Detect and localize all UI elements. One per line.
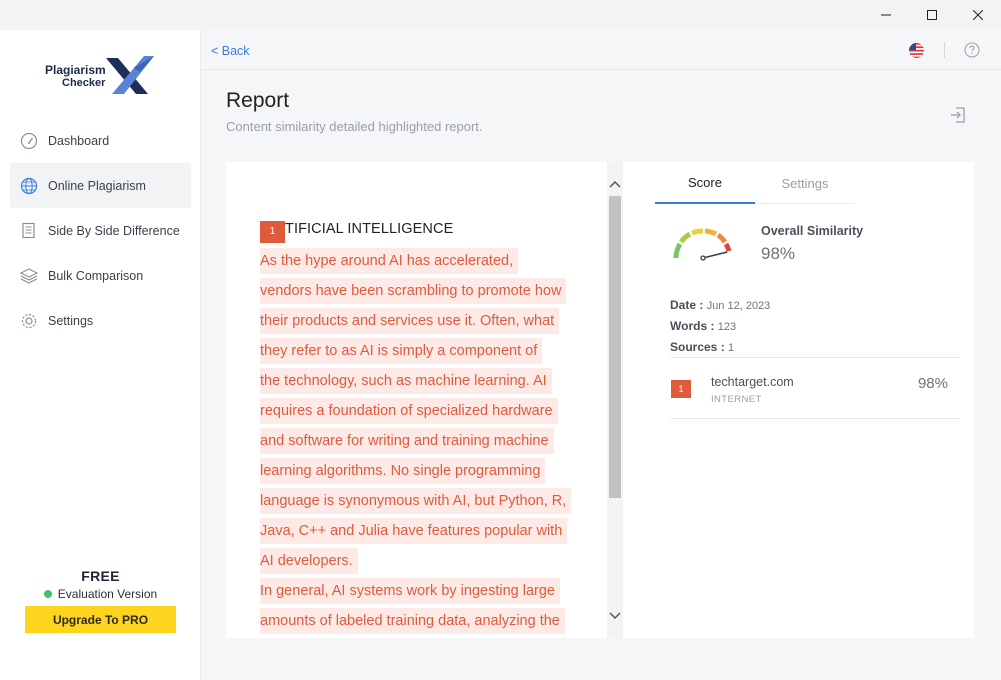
layers-icon [19,266,39,286]
gear-icon [19,311,39,331]
meta-date-value: Jun 12, 2023 [706,300,771,312]
overall-similarity-label: Overall Similarity [761,224,864,238]
export-icon[interactable] [949,106,967,124]
report-meta: Date : Jun 12, 2023 Words : 123 Sources … [670,298,770,361]
document-heading: TIFICIAL INTELLIGENCE 1 [260,218,590,248]
scrollbar-thumb[interactable] [609,196,621,498]
us-flag-icon[interactable] [909,43,924,58]
close-icon [973,10,983,20]
title-bar [0,0,1001,30]
sidebar-item-label: Settings [48,313,94,328]
sidebar-item-label: Online Plagiarism [48,178,146,193]
highlighted-line[interactable]: amounts of labeled training data, analyz… [260,608,565,634]
page-subtitle: Content similarity detailed highlighted … [226,119,483,134]
source-percent: 98% [917,375,948,392]
source-type: INTERNET [711,394,762,405]
upgrade-button[interactable]: Upgrade To PRO [25,606,176,633]
page-title: Report [226,89,290,112]
sidebar: Plagiarism Checker Dashboard Online Plag… [0,30,201,680]
highlighted-line[interactable]: vendors have been scrambling to promote … [260,278,567,304]
logo-line1: Plagiarism [45,63,106,77]
plan-name: FREE [81,568,120,584]
sidebar-item-dashboard[interactable]: Dashboard [10,118,191,163]
sidebar-item-label: Dashboard [48,133,110,148]
maximize-button[interactable] [909,0,955,30]
divider [670,418,960,419]
sidebar-item-settings[interactable]: Settings [10,298,191,343]
sidebar-nav: Dashboard Online Plagiarism Side By Side… [10,118,191,343]
highlighted-line[interactable]: they refer to as AI is simply a componen… [260,338,543,364]
document-panel: TIFICIAL INTELLIGENCE 1 As the hype arou… [226,162,623,638]
minimize-button[interactable] [863,0,909,30]
tab-settings[interactable]: Settings [755,162,855,204]
scroll-up-icon[interactable] [607,176,623,192]
match-badge[interactable]: 1 [260,221,285,243]
meta-words-value: 123 [717,321,737,333]
globe-icon [19,176,39,196]
status-dot-icon [43,590,52,598]
highlighted-line[interactable]: requires a foundation of specialized har… [260,398,558,424]
sidebar-item-online-plagiarism[interactable]: Online Plagiarism [10,163,191,208]
highlighted-line[interactable]: AI developers. [260,548,358,574]
source-domain[interactable]: techtarget.com [711,375,794,389]
highlighted-line[interactable]: learning algorithms. No single programmi… [260,458,546,484]
minimize-icon [881,14,891,16]
document-icon [19,221,39,241]
sidebar-item-label: Side By Side Difference [48,223,180,238]
logo-x-icon [106,56,154,94]
logo-line2: Checker [62,77,106,89]
source-item[interactable]: 1 techtarget.com INTERNET 98% [670,358,960,418]
score-tabs: Score Settings [655,162,855,204]
similarity-gauge-icon [673,228,732,261]
source-badge: 1 [671,380,691,398]
highlighted-line[interactable]: In general, AI systems work by ingesting… [260,578,560,604]
maximize-icon [927,10,937,20]
score-panel: Score Settings Overall Similarity 98% Da… [623,162,974,638]
highlighted-line[interactable]: their products and services use it. Ofte… [260,308,560,334]
document-scrollbar[interactable] [607,162,623,638]
meta-words-label: Words : [670,319,715,333]
plan-info: FREE Evaluation Version Upgrade To PRO [0,568,201,633]
speedometer-icon [19,131,39,151]
meta-sources-value: 1 [728,342,735,354]
overall-similarity-value: 98% [761,244,796,263]
document-content: TIFICIAL INTELLIGENCE 1 As the hype arou… [260,218,590,638]
highlighted-line[interactable]: and software for writing and training ma… [260,428,554,454]
sidebar-item-label: Bulk Comparison [48,268,144,283]
meta-date-label: Date : [670,298,704,312]
meta-date: Date : Jun 12, 2023 [670,298,770,319]
plan-status-text: Evaluation Version [57,587,158,601]
back-link[interactable]: < Back [211,44,250,58]
topbar-divider [944,42,945,58]
tab-score[interactable]: Score [655,162,755,204]
highlighted-line[interactable]: Java, C++ and Julia have features popula… [260,518,568,544]
sidebar-item-side-by-side[interactable]: Side By Side Difference [10,208,191,253]
highlighted-line[interactable]: language is synonymous with AI, but Pyth… [260,488,572,514]
close-button[interactable] [955,0,1001,30]
app-logo: Plagiarism Checker [42,54,162,96]
help-icon[interactable] [964,42,980,58]
sidebar-item-bulk-comparison[interactable]: Bulk Comparison [10,253,191,298]
main-area: < Back Report Content similarity detaile… [201,30,1001,680]
document-heading-text: TIFICIAL INTELLIGENCE [285,221,454,237]
top-bar: < Back [201,30,1001,70]
highlighted-line[interactable]: As the hype around AI has accelerated, [260,248,519,274]
scroll-down-icon[interactable] [607,608,623,624]
plan-status: Evaluation Version [0,587,201,601]
meta-words: Words : 123 [670,319,770,340]
highlighted-line[interactable]: the technology, such as machine learning… [260,368,552,394]
meta-sources-label: Sources : [670,340,725,354]
